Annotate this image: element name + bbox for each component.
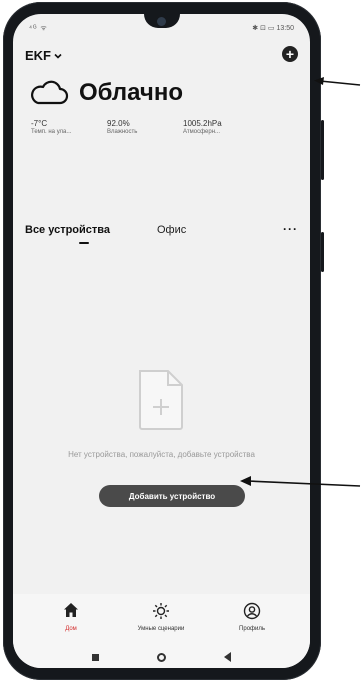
home-name: EKF <box>25 48 51 63</box>
phone-frame: ⁴ᴳ ᯤ ✱ ⊡ ▭ 13:50 EKF + Облачно -7°C Темп… <box>3 2 324 680</box>
tab-office[interactable]: Офис <box>157 224 186 236</box>
chevron-down-icon <box>54 53 62 59</box>
more-horizontal-icon[interactable]: ··· <box>283 222 298 236</box>
metric-value: 1005.2hPa <box>183 119 222 128</box>
metric-label: Темп. на ула... <box>31 129 72 135</box>
app-screen: ⁴ᴳ ᯤ ✱ ⊡ ▭ 13:50 EKF + Облачно -7°C Темп… <box>13 14 310 668</box>
weather-condition: Облачно <box>79 79 183 106</box>
tab-profile[interactable]: Профиль <box>212 602 292 632</box>
metric-value: 92.0% <box>107 119 130 128</box>
weather-panel: Облачно -7°C Темп. на ула... 92.0% Влажн… <box>29 79 294 179</box>
metric-label: Атмосферн... <box>183 129 221 135</box>
metric-label: Влажность <box>107 129 138 135</box>
bottom-tab-bar: Дом Умные сценарии Профиль <box>13 594 310 646</box>
pressure-metric: 1005.2hPa Атмосферн... <box>183 119 245 135</box>
callout-arrow-add <box>314 77 361 86</box>
signal-indicator: ⁴ᴳ ᯤ <box>29 25 48 32</box>
status-bar: ⁴ᴳ ᯤ ✱ ⊡ ▭ 13:50 <box>29 24 294 36</box>
volume-button <box>321 120 324 180</box>
tab-smart-scenes[interactable]: Умные сценарии <box>121 602 201 632</box>
callout-arrow-add-device <box>240 476 361 487</box>
add-device-button[interactable]: Добавить устройство <box>99 485 245 507</box>
system-nav-bar <box>13 646 310 668</box>
recents-icon[interactable] <box>92 653 99 661</box>
plus-circle-icon[interactable]: + <box>282 46 298 62</box>
humidity-metric: 92.0% Влажность <box>107 119 169 135</box>
power-button <box>321 232 324 272</box>
metric-value: -7°C <box>31 119 48 128</box>
tab-label: Профиль <box>239 626 265 632</box>
tab-label: Дом <box>65 626 77 632</box>
weather-metrics: -7°C Темп. на ула... 92.0% Влажность 100… <box>29 119 294 135</box>
tab-home[interactable]: Дом <box>31 602 111 632</box>
home-nav-icon[interactable] <box>157 652 166 662</box>
active-tab-indicator <box>79 242 89 244</box>
sun-icon <box>153 603 169 619</box>
back-icon[interactable] <box>224 652 231 662</box>
tab-label: Умные сценарии <box>137 626 185 632</box>
room-tabs: Все устройства Офис ··· <box>25 222 298 254</box>
file-add-icon <box>139 370 183 430</box>
tab-all-devices[interactable]: Все устройства <box>25 224 110 236</box>
empty-state-message: Нет устройства, пожалуйста, добавьте уст… <box>68 450 255 459</box>
cloud-icon <box>31 80 69 105</box>
home-icon <box>64 603 78 617</box>
status-right-indicators: ✱ ⊡ ▭ 13:50 <box>252 25 294 32</box>
top-bar: EKF + <box>25 44 298 68</box>
profile-icon <box>243 602 261 620</box>
home-selector[interactable]: EKF <box>25 48 62 63</box>
temperature-metric: -7°C Темп. на ула... <box>31 119 93 135</box>
